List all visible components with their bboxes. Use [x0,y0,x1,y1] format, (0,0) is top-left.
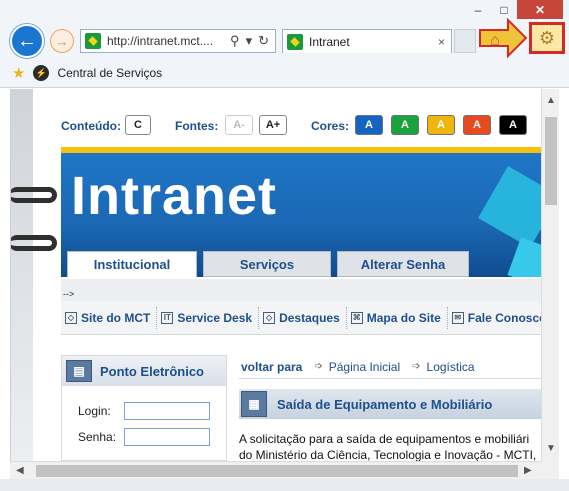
search-icon[interactable]: ⚲ [230,33,240,49]
mail-icon: ✉ [451,311,464,324]
scroll-left-icon[interactable]: ◀ [16,465,24,476]
color-black-button[interactable]: A [499,115,527,135]
password-input[interactable] [124,428,210,446]
tab-servicos[interactable]: Serviços [203,251,331,277]
quick-link-destaques[interactable]: ◇ Destaques [259,306,347,329]
window-frame [0,479,569,491]
body-line: A solicitação para a saída de equipament… [239,432,530,446]
quick-link-fale-conosco[interactable]: ✉ Fale Conosco [448,307,541,329]
home-icon[interactable]: ⌂ [484,30,506,52]
binder-strip [11,89,33,461]
conteudo-label: Conteúdo: [61,119,121,133]
accessibility-bar: Conteúdo: C Fontes: A- A+ Cores: A A A A… [61,113,541,139]
voltar-label: voltar para [241,359,303,374]
scroll-right-icon[interactable]: ▶ [524,465,532,476]
clock-icon: ▤ [66,360,92,382]
color-green-button[interactable]: A [391,115,419,135]
panel-title: Ponto Eletrônico [100,363,204,379]
link-label: Logística [426,359,475,374]
color-yellow-button[interactable]: A [427,115,455,135]
back-arrow-icon: ← [17,29,37,52]
quick-link-label: Mapa do Site [366,310,441,325]
login-input[interactable] [124,402,210,420]
tab-alterar-senha[interactable]: Alterar Senha [337,251,469,277]
tab-close-icon[interactable]: × [438,35,445,49]
quick-links-bar: ◇ Site do MCT IT Service Desk ◇ Destaques ⌘… [61,301,541,335]
favorite-link[interactable]: Central de Serviços [57,66,162,80]
settings-gear-icon[interactable]: ⚙ [529,22,565,54]
main-nav: Institucional Serviços Alterar Senha [61,249,541,277]
address-text[interactable]: http://intranet.mct.... [107,34,227,48]
close-button[interactable]: ✕ [517,0,563,19]
arrow-right-icon: ➩ [314,361,323,372]
favorite-site-icon: ⚡ [33,65,50,81]
quick-link-mapa-site[interactable]: ⌘ Mapa do Site [347,306,448,329]
back-button[interactable]: ← [10,24,44,58]
quick-link-service-desk[interactable]: IT Service Desk [157,306,260,329]
browser-tab[interactable]: Intranet × [282,29,452,53]
breadcrumb: voltar para ➩ Página Inicial ➩ Logística [239,355,541,379]
scroll-down-icon[interactable]: ▼ [546,443,556,454]
body-text: A solicitação para a saída de equipament… [239,431,541,461]
dropdown-icon[interactable]: ▾ [246,33,253,49]
body-line: do Ministério da Ciência, Tecnologia e I… [239,448,537,461]
vertical-scrollbar[interactable]: ▲ ▼ [541,89,559,461]
arrow-right-icon: ➩ [412,361,421,372]
favorites-bar: ★ ⚡ Central de Serviços [0,59,569,87]
link-logistica[interactable]: ➩ Logística [412,360,474,374]
favorites-star-icon[interactable]: ★ [12,64,25,82]
site-icon: ◇ [65,311,77,324]
tab-institucional[interactable]: Institucional [67,251,197,277]
refresh-icon[interactable]: ↻ [258,33,269,49]
quick-link-label: Destaques [279,310,340,325]
contrast-button[interactable]: C [125,115,151,135]
window-controls: – □ ✕ [465,0,563,19]
section-header: ▦ Saída de Equipamento e Mobiliário [239,389,541,419]
color-orange-button[interactable]: A [463,115,491,135]
forward-arrow-icon: → [55,33,69,49]
fontes-label: Fontes: [175,119,219,133]
banner-decoration [478,166,541,248]
service-desk-icon: IT [161,311,174,324]
banner-title: Intranet [71,166,278,226]
binder-ring-icon [11,187,57,203]
vertical-scroll-thumb[interactable] [545,117,557,205]
page-viewport: Conteúdo: C Fontes: A- A+ Cores: A A A A… [10,89,541,461]
quick-link-site-mct[interactable]: ◇ Site do MCT [61,306,158,329]
horizontal-scrollbar[interactable]: ◀ ▶ [10,461,541,479]
section-title: Saída de Equipamento e Mobiliário [277,396,493,412]
section-icon: ▦ [241,391,267,417]
address-bar[interactable]: http://intranet.mct.... ⚲ ▾ ↻ [80,29,276,53]
forward-button[interactable]: → [50,29,74,53]
quick-link-label: Service Desk [177,310,253,325]
link-label: Página Inicial [328,359,401,374]
link-pagina-inicial[interactable]: ➩ Página Inicial [314,360,400,374]
quick-link-label: Fale Conosco [467,310,541,325]
cores-label: Cores: [311,119,350,133]
ponto-eletronico-panel: ▤ Ponto Eletrônico Login: Senha: [61,355,227,461]
minimize-button[interactable]: – [465,0,491,19]
color-blue-button[interactable]: A [355,115,383,135]
panel-header: ▤ Ponto Eletrônico [62,356,226,386]
site-favicon-icon [85,33,101,49]
font-decrease-button[interactable]: A- [225,115,253,135]
quick-link-label: Site do MCT [81,310,151,325]
new-tab-button[interactable] [454,29,476,53]
tab-favicon-icon [287,33,303,50]
tab-title: Intranet [309,34,350,49]
scroll-corner [541,461,559,479]
highlights-icon: ◇ [263,311,276,324]
binder-ring-icon [11,235,57,251]
maximize-button[interactable]: □ [491,0,517,19]
scroll-up-icon[interactable]: ▲ [546,95,556,106]
browser-chrome: – □ ✕ ← → http://intranet.mct.... ⚲ ▾ ↻ … [0,0,569,88]
main-content: voltar para ➩ Página Inicial ➩ Logística ▦… [239,355,541,461]
senha-label: Senha: [78,430,117,444]
comment-artifact: --> [61,279,541,301]
font-increase-button[interactable]: A+ [259,115,287,135]
horizontal-scroll-thumb[interactable] [36,465,518,477]
sitemap-icon: ⌘ [350,311,363,324]
login-label: Login: [78,404,111,418]
